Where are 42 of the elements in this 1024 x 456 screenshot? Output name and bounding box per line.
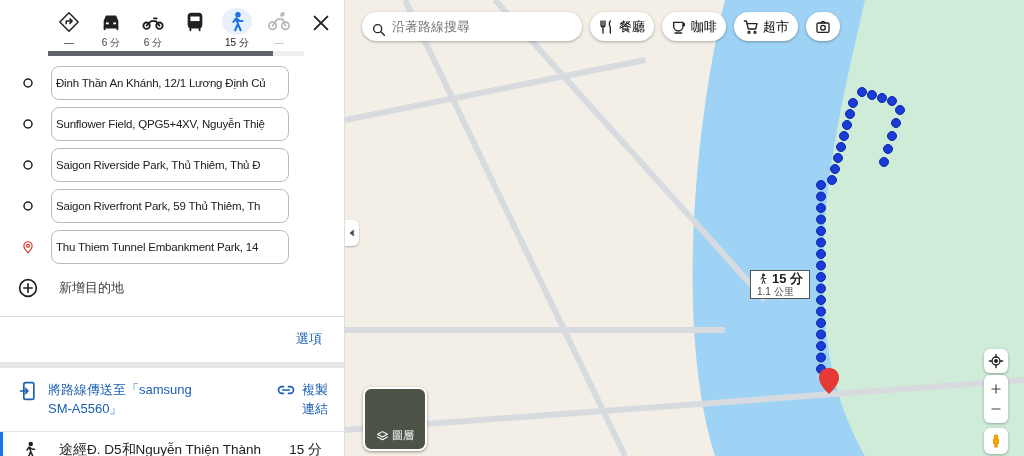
- category-chip[interactable]: 咖啡: [662, 12, 726, 41]
- waypoint-field[interactable]: Saigon Riverfront Park, 59 Thủ Thiêm, Th: [51, 189, 289, 223]
- travel-mode-tab[interactable]: 6 分: [132, 8, 174, 50]
- waypoint-field[interactable]: Thu Thiem Tunnel Embankment Park, 14: [51, 230, 289, 264]
- travel-mode-tab[interactable]: 6 分: [90, 8, 132, 50]
- category-chip[interactable]: 超市: [734, 12, 798, 41]
- travel-mode-tab[interactable]: 15 分: [216, 8, 258, 50]
- search-field[interactable]: 沿著路線搜尋: [362, 12, 582, 41]
- directions-icon: [58, 10, 80, 33]
- waypoint-field[interactable]: Đinh Thần An Khánh, 12/1 Lương Định Củ: [51, 66, 289, 100]
- circle-icon: [22, 200, 34, 212]
- crosshair-icon: [988, 353, 1004, 369]
- destination-pin-icon: [819, 368, 839, 394]
- waypoint-field[interactable]: Saigon Riverside Park, Thủ Thiêm, Thủ Đ: [51, 148, 289, 182]
- travel-mode-tab[interactable]: —: [48, 8, 90, 50]
- circle-icon: [22, 77, 34, 89]
- zoom-in-icon: [989, 382, 1003, 396]
- add-circle-icon: [18, 277, 38, 298]
- route-description[interactable]: 途經Đ. D5和Nguyễn Thiện Thành: [59, 439, 262, 456]
- location-pin-icon: [21, 239, 35, 255]
- layers-button[interactable]: 圖層: [363, 387, 427, 451]
- send-route-link[interactable]: 將路線傳送至「samsung SM-A5560」: [48, 379, 218, 419]
- circle-icon: [22, 118, 34, 130]
- my-location-button[interactable]: [984, 349, 1008, 373]
- walk-duration: 15 分: [772, 272, 804, 287]
- route-duration: 15 分: [289, 440, 322, 456]
- collapse-panel-button[interactable]: [345, 220, 359, 246]
- camera-icon: [815, 18, 831, 35]
- bicycle-icon: [268, 10, 290, 33]
- cart-icon: [743, 18, 759, 35]
- caret-left-icon: [348, 228, 356, 238]
- copy-link[interactable]: 複製連結: [302, 379, 330, 419]
- add-destination-button[interactable]: 新增目的地: [59, 277, 124, 298]
- options-link[interactable]: 選項: [296, 329, 322, 349]
- category-chip[interactable]: 餐廳: [590, 12, 654, 41]
- search-icon: [371, 21, 387, 38]
- layers-icon: [376, 430, 389, 443]
- waypoint-field[interactable]: Sunflower Field, QPG5+4XV, Nguyễn Thiệ: [51, 107, 289, 141]
- map-tile[interactable]: 沿著路線搜尋 餐廳 咖啡 超市 15 分 1.1 公里 圖層: [345, 0, 1024, 456]
- circle-icon: [22, 159, 34, 171]
- walk-distance: 1.1 公里: [757, 286, 795, 298]
- send-to-phone-icon: [18, 379, 38, 402]
